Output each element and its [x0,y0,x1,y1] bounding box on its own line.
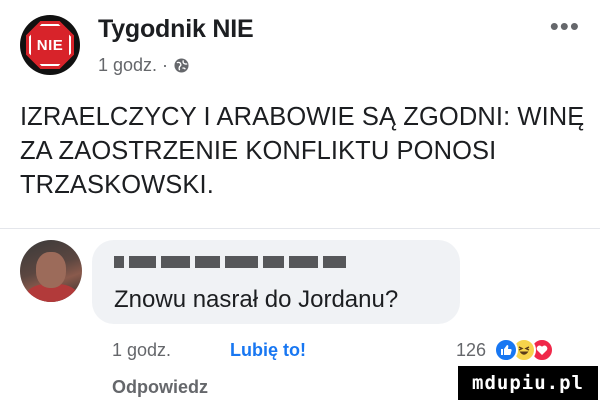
comment-time[interactable]: 1 godz. [112,340,171,361]
redacted-commenter-name [114,256,346,270]
post-header: NIE Tygodnik NIE 1 godz. · ••• [20,12,590,82]
comment-bubble: Znowu nasrał do Jordanu? [92,240,460,324]
like-icon [494,338,518,362]
reaction-count[interactable]: 126 [456,340,486,361]
post-text-line: IZRAELCZYCY I ARABOWIE SĄ ZGODNI: WINĘ [20,103,585,131]
comment-text: Znowu nasrał do Jordanu? [114,286,399,313]
avatar-face [36,252,66,288]
logo-text: NIE [36,36,64,54]
page-avatar[interactable]: NIE [20,15,80,75]
divider [0,228,600,229]
commenter-avatar[interactable] [20,240,82,302]
post-meta: 1 godz. · [98,55,189,76]
page-name[interactable]: Tygodnik NIE [98,15,254,44]
comment-actions: 1 godz. Lubię to! 126 [112,338,592,366]
watermark-logo: mdupiu.pl [458,366,598,400]
post-text-line: ZA ZAOSTRZENIE KONFLIKTU PONOSI [20,137,497,165]
stop-sign-logo: NIE [26,21,74,69]
more-options-icon[interactable]: ••• [550,13,580,39]
reply-button[interactable]: Odpowiedz [112,377,208,398]
like-button[interactable]: Lubię to! [230,340,306,361]
post-text-line: TRZASKOWSKI. [20,171,214,199]
post-time[interactable]: 1 godz. · [98,55,168,76]
globe-icon [174,58,189,73]
reactions-summary[interactable] [494,338,564,362]
post-text: IZRAELCZYCY I ARABOWIE SĄ ZGODNI: WINĘ Z… [20,100,590,202]
watermark-text: mdupiu.pl [472,372,584,394]
